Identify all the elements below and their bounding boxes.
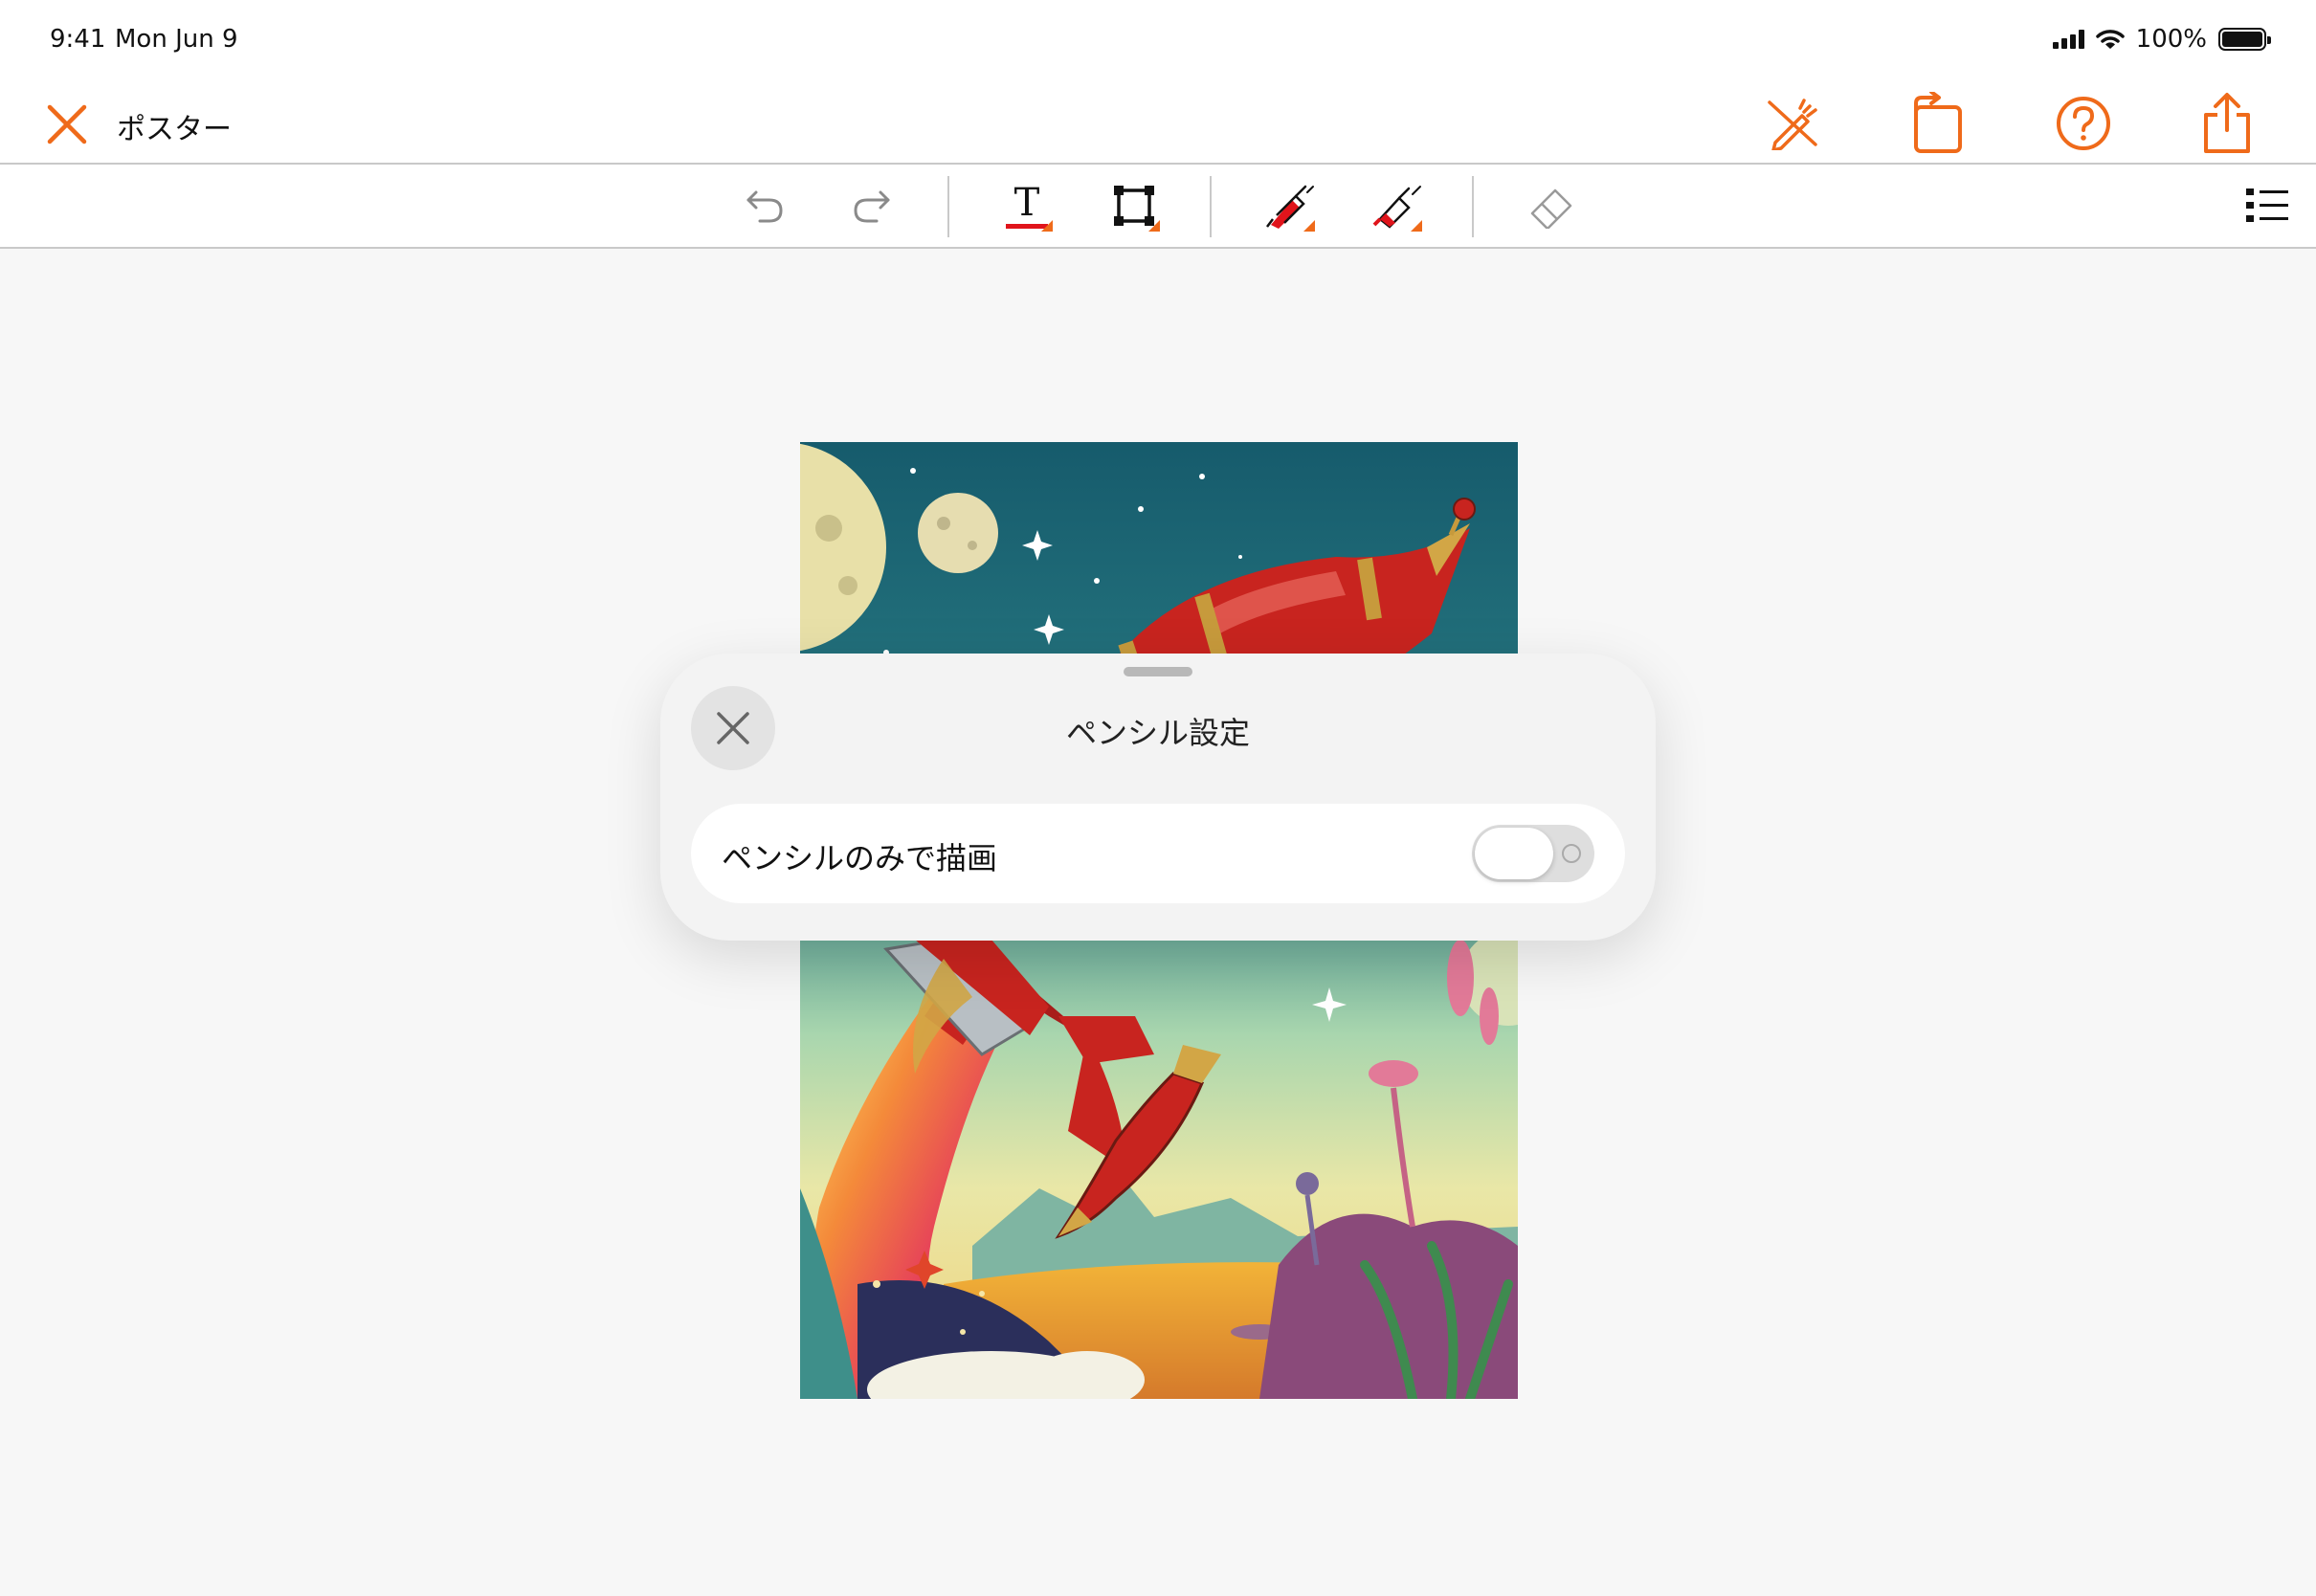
rotate-page-button[interactable] [1903,90,1970,157]
eraser-icon [1530,188,1572,229]
toolbar-separator [1472,176,1474,237]
pencil-mode-icon [1768,99,1817,150]
pencil-settings-sheet: ペンシル設定 ペンシルのみで描画 [660,654,1656,941]
pen-tool-button[interactable] [1256,174,1323,237]
drawing-toolbar: T [0,165,2316,249]
share-button[interactable] [2194,90,2260,157]
rotate-page-icon [1914,92,1962,153]
help-button[interactable] [2050,90,2117,157]
undo-button[interactable] [731,174,798,237]
text-tool-glyph: T [1013,180,1040,225]
toolbar-separator [1210,176,1212,237]
redo-icon [854,190,890,223]
text-tool-button[interactable]: T [993,174,1060,237]
navigation-bar: ポスター [0,80,2316,165]
close-icon [47,104,87,144]
list-icon [2246,188,2288,222]
battery-icon [2218,28,2271,51]
wifi-icon [2095,30,2125,49]
sheet-title: ペンシル設定 [1065,715,1250,751]
eraser-tool-button[interactable] [1518,174,1585,237]
pencil-only-toggle[interactable] [1472,825,1594,882]
highlighter-tool-button[interactable] [1363,174,1430,237]
status-date: Mon Jun 9 [115,25,238,54]
status-indicators: 100% [2052,25,2271,54]
undo-icon [746,190,783,223]
pencil-only-label: ペンシルのみで描画 [722,840,998,876]
pencil-only-row: ペンシルのみで描画 [691,804,1625,903]
cellular-signal-icon [2052,30,2084,49]
layers-list-button[interactable] [2234,174,2301,237]
status-time: 9:41 [50,25,106,54]
redo-button[interactable] [838,174,905,237]
shape-tool-button[interactable] [1101,174,1168,237]
battery-percentage: 100% [2135,25,2207,54]
pencil-mode-button[interactable] [1759,90,1826,157]
sheet-grabber-handle[interactable] [1124,667,1192,676]
close-document-button[interactable] [42,100,92,149]
share-icon [2204,93,2250,153]
help-icon [2057,97,2110,150]
document-title: ポスター [117,113,232,146]
status-bar: 9:41 Mon Jun 9 100% [0,0,2316,80]
toolbar-separator [947,176,949,237]
